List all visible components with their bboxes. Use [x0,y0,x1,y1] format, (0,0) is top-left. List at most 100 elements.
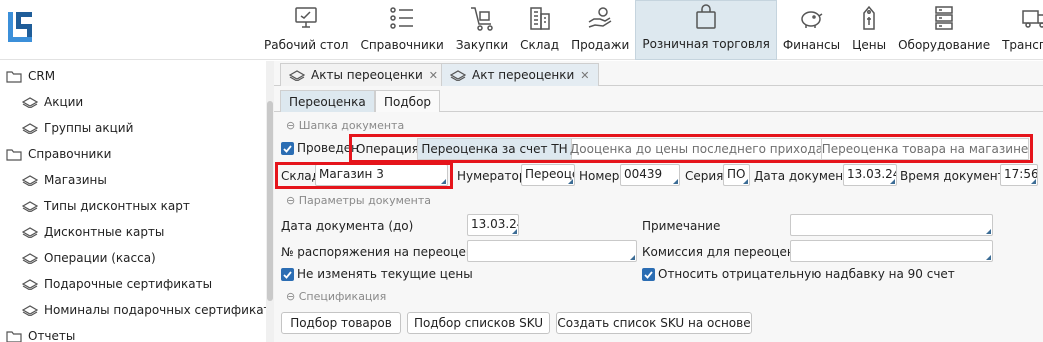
form-icon [22,225,38,239]
operation-option-label: Переоценка товара на магазине [821,142,1029,156]
order-number-field[interactable] [467,240,637,262]
create-sku-list-button[interactable]: Создать список SKU на основе [556,312,752,334]
posted-checkbox[interactable] [281,142,294,155]
section-title-text: Спецификация [298,290,387,303]
nav-finance[interactable]: Финансы [777,0,846,60]
tab-label: Акты переоценки [311,68,423,82]
nav-warehouse[interactable]: Склад [514,0,565,60]
nav-desktop-label: Рабочий стол [264,38,349,52]
tab-revaluation-act[interactable]: Акт переоценки ✕ [441,63,599,86]
document-tabs: Акты переоценки ✕ Акт переоценки ✕ [274,61,1043,86]
operation-option-th[interactable]: Переоценка за счет ТН [417,138,572,160]
sidebar-item-label: Типы дисконтных карт [44,199,190,213]
section-title-text: Параметры документа [298,194,431,207]
numerator-value: Переоце [525,167,575,181]
sidebar-item-reports[interactable]: Отчеты [6,323,75,342]
sidebar-item-stores[interactable]: Магазины [22,167,107,193]
main-content: Акты переоценки ✕ Акт переоценки ✕ Перео… [274,61,1043,342]
sidebar-item-label: Дисконтные карты [44,225,165,239]
nav-equipment-label: Оборудование [898,38,991,52]
stock-field[interactable]: Магазин 3 [315,164,448,186]
button-label: Подбор списков SKU [413,316,544,330]
section-spec-title[interactable]: ⊖ Спецификация [286,290,386,303]
sidebar-scrollbar-thumb[interactable] [267,101,273,301]
date-to-field[interactable]: 13.03.24 [467,214,519,236]
negative-markup-label: Относить отрицательную надбавку на 90 сч… [658,267,955,281]
section-params-title[interactable]: ⊖ Параметры документа [286,194,431,207]
negative-markup-checkbox[interactable] [642,268,655,281]
sidebar-item-gift-certificates[interactable]: Подарочные сертификаты [22,271,212,297]
nav-prices[interactable]: Цены [846,0,892,60]
form-icon [22,303,38,317]
truck-icon [1020,3,1043,33]
date-to-value: 13.03.24 [471,217,518,231]
shopping-bag-icon [691,2,721,32]
form-icon [22,277,38,291]
tab-selection[interactable]: Подбор [375,90,441,112]
tab-revaluation-acts[interactable]: Акты переоценки ✕ [280,63,447,86]
note-label: Примечание [642,219,721,233]
nav-equipment[interactable]: Оборудование [892,0,996,60]
price-tag-icon [854,3,884,33]
hand-coin-icon [585,3,615,33]
commission-field[interactable] [790,240,993,262]
nav-references[interactable]: Справочники [354,0,449,60]
form-subtabs: Переоценка Подбор [274,90,1043,112]
sidebar-item-cash-operations[interactable]: Операции (касса) [22,245,156,271]
close-icon[interactable]: ✕ [429,69,438,82]
sidebar-item-promo-groups[interactable]: Группы акций [22,115,133,141]
sidebar-item-references[interactable]: Справочники [6,141,111,167]
form-icon [289,69,305,81]
document-date-field[interactable]: 13.03.24 [843,164,897,186]
sidebar-item-label: Подарочные сертификаты [44,277,213,291]
section-header-title[interactable]: ⊖ Шапка документа [286,119,404,132]
nav-sales[interactable]: Продажи [565,0,635,60]
number-label: Номер [579,169,620,183]
keep-prices-checkbox[interactable] [281,268,294,281]
desktop-icon [291,3,321,33]
operation-option-label: Дооценка до цены последнего прихода [569,142,824,156]
nav-references-label: Справочники [360,38,444,52]
sidebar-item-discount-cards[interactable]: Дисконтные карты [22,219,164,245]
tab-label: Подбор [384,94,432,109]
numerator-field[interactable]: Переоце [521,164,575,186]
date-to-label: Дата документа (до) [281,219,414,233]
folder-icon [6,147,22,161]
sidebar-item-discount-card-types[interactable]: Типы дисконтных карт [22,193,190,219]
nav-transport-label: Транспорт [1002,38,1043,52]
sidebar-item-label: Операции (касса) [44,251,156,265]
document-time-field[interactable]: 17:56 [1000,164,1038,186]
series-field[interactable]: ПО [723,164,750,186]
app-logo[interactable] [6,10,34,44]
nav-transport[interactable]: Транспорт [996,0,1043,60]
keep-prices-label: Не изменять текущие цены [297,267,473,281]
sidebar-item-label: Номиналы подарочных сертификатов [44,303,285,317]
select-sku-lists-button[interactable]: Подбор списков SKU [407,312,550,334]
sidebar-item-certificate-denominations[interactable]: Номиналы подарочных сертификатов [22,297,285,323]
nav-desktop[interactable]: Рабочий стол [258,0,354,60]
operation-option-store[interactable]: Переоценка товара на магазине [821,138,1029,160]
note-field[interactable] [790,214,993,236]
sidebar-item-label: CRM [28,69,56,83]
form-icon [22,95,38,109]
tab-label: Переоценка [289,94,366,109]
select-goods-button[interactable]: Подбор товаров [281,312,401,334]
nav-purchases[interactable]: Закупки [450,0,514,60]
number-field[interactable]: 00439 [620,164,680,186]
nav-retail[interactable]: Розничная торговля [635,0,777,60]
tab-revaluation[interactable]: Переоценка [280,90,375,112]
order-number-label: № распоряжения на переоценку [281,245,489,259]
operation-option-label: Переоценка за счет ТН [421,142,568,156]
operation-option-last-receipt[interactable]: Дооценка до цены последнего прихода [569,138,824,160]
sidebar-scrollbar[interactable] [266,61,274,342]
nav-sales-label: Продажи [571,38,630,52]
button-label: Создать список SKU на основе [557,316,751,330]
form-icon [22,121,38,135]
sidebar-item-crm[interactable]: CRM [6,63,55,89]
sidebar-item-promotions[interactable]: Акции [22,89,83,115]
close-icon[interactable]: ✕ [580,69,589,82]
cart-icon [467,3,497,33]
form-icon [22,199,38,213]
top-toolbar: Рабочий стол Справочники Закупки Склад П… [0,0,1043,60]
server-icon [929,3,959,33]
